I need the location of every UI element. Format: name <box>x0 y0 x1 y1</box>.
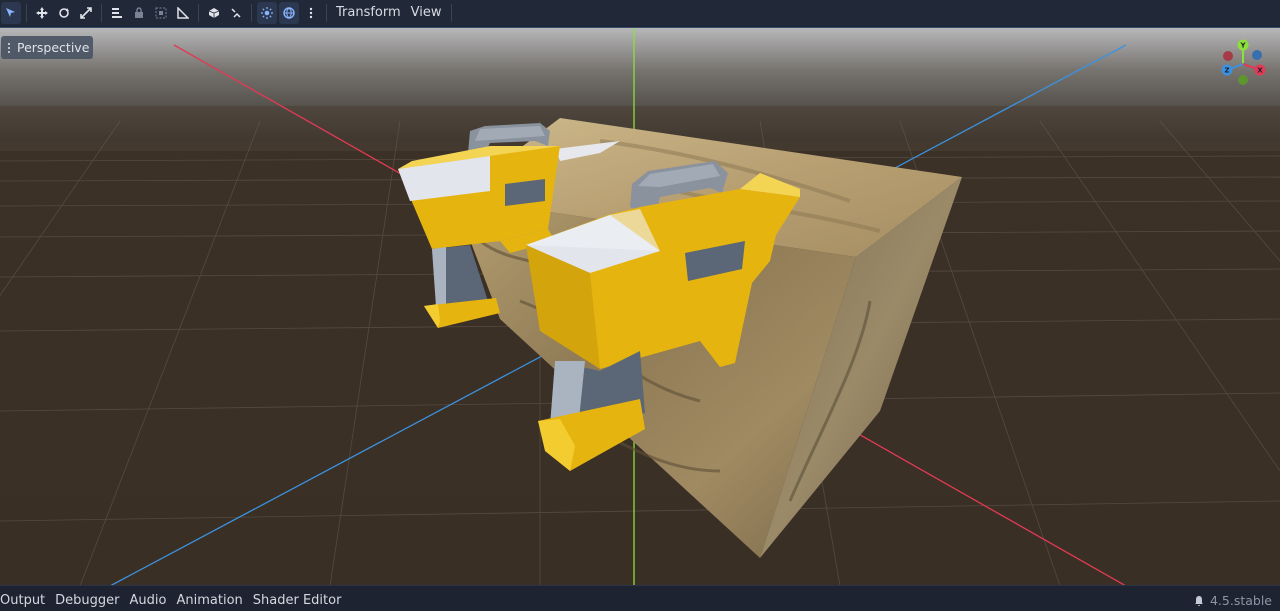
move-mode-button[interactable] <box>32 2 52 24</box>
toolbar-separator <box>450 4 452 22</box>
gizmo-x-label: X <box>1257 67 1263 75</box>
toolbar-separator <box>26 4 27 22</box>
sun-preview-button[interactable] <box>257 2 277 24</box>
group-icon <box>155 7 167 19</box>
toolbar-separator <box>326 4 327 22</box>
lock-icon <box>135 7 143 18</box>
notification-bell-icon[interactable] <box>1194 595 1204 607</box>
select-mode-icon <box>6 8 15 17</box>
lock-button[interactable] <box>129 2 149 24</box>
more-options-button[interactable] <box>301 2 321 24</box>
tab-animation[interactable]: Animation <box>171 591 247 611</box>
bottom-panel-tabs: Output Debugger Audio Animation Shader E… <box>0 585 1280 611</box>
snap-button[interactable] <box>204 2 224 24</box>
tab-debugger[interactable]: Debugger <box>50 591 124 611</box>
ruler-button[interactable] <box>173 2 193 24</box>
view-orientation-gizmo[interactable]: Y X Z <box>1218 39 1268 89</box>
tab-output[interactable]: Output <box>0 591 50 611</box>
3d-viewport[interactable]: Perspective Y X Z <box>0 27 1280 585</box>
perspective-menu-button[interactable]: Perspective <box>1 36 94 59</box>
perspective-label: Perspective <box>17 40 90 55</box>
transform-menu[interactable]: Transform <box>331 2 406 24</box>
bone-button[interactable] <box>226 2 246 24</box>
sun-preview-icon <box>261 7 273 19</box>
version-info: 4.5.stable <box>1194 591 1272 611</box>
group-button[interactable] <box>151 2 171 24</box>
ruler-icon <box>177 7 189 19</box>
tab-shader-editor[interactable]: Shader Editor <box>248 591 347 611</box>
move-mode-icon <box>36 7 48 19</box>
environment-preview-icon <box>283 7 295 19</box>
rotate-mode-button[interactable] <box>54 2 74 24</box>
gizmo-z-label: Z <box>1224 67 1229 75</box>
toolbar-separator <box>198 4 199 22</box>
scale-mode-icon <box>80 7 92 19</box>
version-label: 4.5.stable <box>1209 593 1272 608</box>
snap-icon <box>208 8 220 18</box>
bone-icon <box>231 8 241 18</box>
select-mode-button[interactable] <box>1 2 21 24</box>
scale-mode-button[interactable] <box>76 2 96 24</box>
viewport-toolbar: Transform View <box>0 0 1280 26</box>
rotate-mode-icon <box>59 8 69 18</box>
list-select-icon <box>112 8 122 18</box>
more-options-icon <box>309 7 313 19</box>
environment-preview-button[interactable] <box>279 2 299 24</box>
menu-dots-icon <box>4 42 13 54</box>
scene-render <box>0 28 1280 585</box>
list-select-button[interactable] <box>107 2 127 24</box>
view-menu[interactable]: View <box>406 2 447 24</box>
gizmo-y-label: Y <box>1239 42 1246 50</box>
toolbar-separator <box>251 4 252 22</box>
tab-audio[interactable]: Audio <box>125 591 172 611</box>
toolbar-separator <box>101 4 102 22</box>
